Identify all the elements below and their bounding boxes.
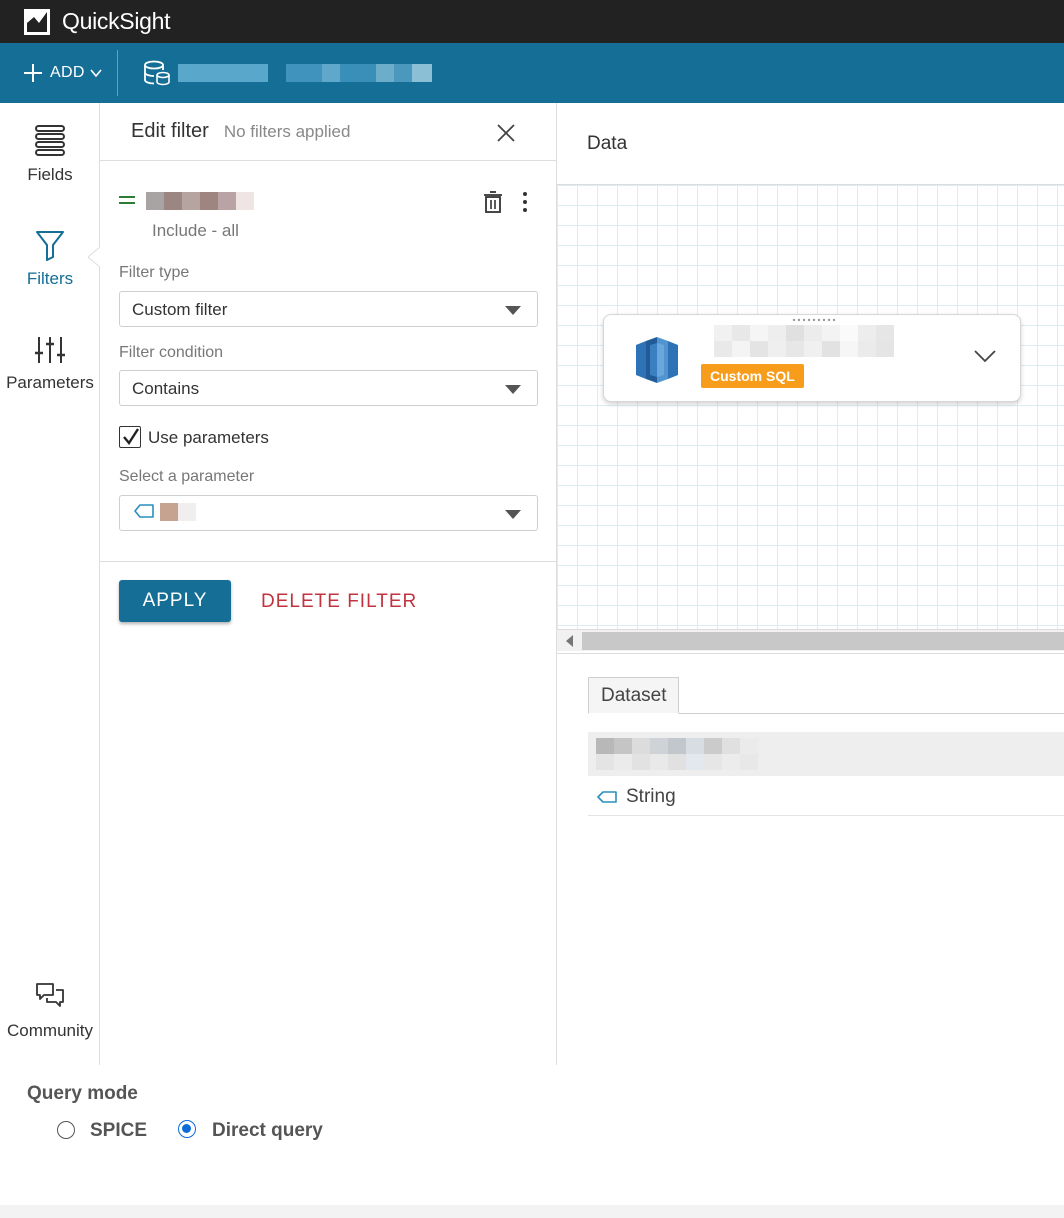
query-mode-title: Query mode bbox=[27, 1083, 138, 1104]
column-type-row: String bbox=[588, 776, 1064, 816]
string-tag-icon bbox=[597, 791, 617, 803]
trash-icon[interactable] bbox=[483, 191, 503, 213]
direct-query-radio[interactable] bbox=[178, 1120, 196, 1138]
caret-down-icon bbox=[505, 385, 521, 394]
rail-item-filters[interactable]: Filters bbox=[0, 229, 100, 289]
drag-handle-icon[interactable] bbox=[792, 318, 836, 322]
spice-radio-label[interactable]: SPICE bbox=[90, 1120, 147, 1142]
bottom-strip bbox=[0, 1205, 1064, 1218]
rail-label-filters: Filters bbox=[26, 269, 74, 288]
filter-type-label: Filter type bbox=[119, 264, 190, 281]
include-all-text: Include - all bbox=[152, 221, 239, 240]
horizontal-scrollbar[interactable] bbox=[557, 629, 1064, 651]
string-tag-icon bbox=[134, 504, 154, 518]
dataset-icon[interactable] bbox=[142, 58, 172, 88]
dataset-card[interactable]: Custom SQL bbox=[603, 314, 1021, 402]
delete-filter-button[interactable]: DELETE FILTER bbox=[261, 591, 417, 613]
tab-dataset[interactable]: Dataset bbox=[588, 677, 680, 714]
direct-query-radio-label[interactable]: Direct query bbox=[212, 1120, 323, 1142]
parameter-name-redacted bbox=[160, 503, 196, 521]
fields-list-icon bbox=[35, 125, 65, 156]
sliders-icon bbox=[35, 337, 65, 363]
column-type-label: String bbox=[626, 786, 676, 807]
join-canvas[interactable]: Custom SQL bbox=[557, 185, 1064, 629]
rail-label-parameters: Parameters bbox=[6, 373, 94, 392]
spice-radio[interactable] bbox=[57, 1121, 75, 1139]
panel-divider bbox=[100, 561, 556, 562]
panel-header: Edit filter No filters applied bbox=[100, 103, 556, 161]
checkmark-icon bbox=[123, 428, 140, 446]
preview-tabbar: Dataset bbox=[588, 677, 1064, 714]
close-icon[interactable] bbox=[496, 123, 516, 143]
use-parameters-checkbox[interactable] bbox=[119, 426, 141, 448]
dataset-name-redacted bbox=[177, 60, 432, 86]
apply-button[interactable]: APPLY bbox=[119, 580, 231, 622]
toolbar-divider bbox=[116, 50, 118, 96]
more-options-icon[interactable] bbox=[517, 191, 533, 213]
filter-funnel-icon bbox=[36, 231, 64, 261]
app-title: QuickSight bbox=[62, 8, 171, 34]
rail-label-fields: Fields bbox=[27, 165, 73, 184]
dataset-header-row bbox=[588, 732, 1064, 776]
edit-filter-panel: Edit filter No filters applied Include -… bbox=[100, 103, 557, 1065]
filter-type-value: Custom filter bbox=[132, 300, 228, 319]
plus-icon bbox=[24, 64, 42, 82]
add-button[interactable]: ADD bbox=[22, 62, 103, 84]
use-parameters-label: Use parameters bbox=[148, 428, 269, 447]
rail-item-community[interactable]: Community bbox=[0, 981, 100, 1041]
caret-down-icon bbox=[505, 306, 521, 315]
column-name-redacted bbox=[596, 738, 758, 770]
panel-subtitle: No filters applied bbox=[223, 121, 351, 141]
rail-label-community: Community bbox=[7, 1021, 93, 1040]
filter-condition-select[interactable]: Contains bbox=[119, 370, 538, 406]
chat-bubbles-icon bbox=[36, 983, 64, 1007]
chevron-down-icon bbox=[90, 69, 102, 78]
caret-down-icon bbox=[505, 510, 521, 519]
main-toolbar: ADD bbox=[0, 43, 1064, 103]
app-titlebar: QuickSight bbox=[0, 0, 1064, 43]
canvas-divider bbox=[557, 653, 1064, 654]
quicksight-logo-icon bbox=[24, 8, 50, 35]
rail-item-parameters[interactable]: Parameters bbox=[0, 335, 100, 393]
data-area: Data Custom SQL Dataset String bbox=[557, 103, 1064, 1065]
left-rail: Fields Filters Parameters Community bbox=[0, 103, 100, 1065]
data-header: Data bbox=[557, 103, 1064, 185]
redshift-database-icon bbox=[636, 337, 678, 383]
equals-icon bbox=[119, 196, 135, 204]
filter-condition-value: Contains bbox=[132, 379, 200, 398]
select-parameter-select[interactable] bbox=[119, 495, 538, 531]
filter-field-name-redacted bbox=[146, 192, 254, 210]
filter-type-select[interactable]: Custom filter bbox=[119, 291, 538, 327]
panel-title: Edit filter bbox=[131, 120, 209, 142]
chevron-down-icon[interactable] bbox=[974, 349, 996, 363]
scroll-left-arrow-icon[interactable] bbox=[565, 635, 575, 647]
select-parameter-label: Select a parameter bbox=[119, 468, 255, 485]
scrollbar-thumb[interactable] bbox=[582, 632, 1064, 650]
dataset-card-name-redacted bbox=[714, 325, 894, 357]
custom-sql-badge: Custom SQL bbox=[701, 364, 804, 388]
filter-condition-label: Filter condition bbox=[119, 344, 224, 361]
data-title: Data bbox=[587, 133, 628, 154]
rail-item-fields[interactable]: Fields bbox=[0, 123, 100, 185]
add-button-label: ADD bbox=[50, 64, 85, 81]
